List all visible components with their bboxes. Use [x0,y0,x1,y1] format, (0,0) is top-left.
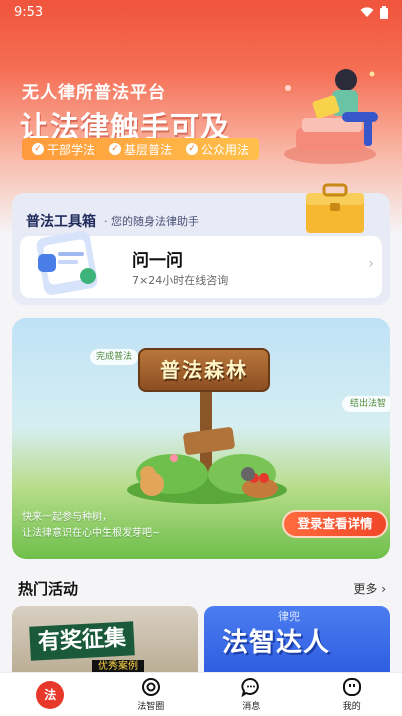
nav-item-circle[interactable]: 法智圈 [101,673,202,716]
reading-person-illustration [284,69,378,164]
toolbox-chest-icon [306,183,364,233]
forest-desc-line1: 快来一起参与种树， [22,512,112,523]
activity-card-subtitle: 优秀案例 [92,660,144,672]
law-toolbox: 普法工具箱 · 您的随身法律助手 问一问 7×24小时在线咨询 › [12,183,390,305]
activity-card[interactable]: 有奖征集 优秀案例 [12,606,198,672]
hero-tag-label: 基层普法 [124,142,173,157]
chevron-right-icon: › [381,582,386,596]
hero-subtitle: 无人律所普法平台 [22,83,166,103]
more-label: 更多 [353,582,378,596]
activity-card-title: 法智达人 [222,628,331,658]
toolbox-title: 普法工具箱 [26,214,96,230]
nav-item-profile[interactable]: 我的 [302,673,402,716]
check-icon: ✓ [186,143,199,155]
forest-bubble-right: 结出法智 [341,396,390,412]
activity-card[interactable]: 律兜 法智达人 [204,606,390,672]
hot-activities-title: 热门活动 [18,580,79,598]
hero-tags: ✓ 干部学法 ✓ 基层普法 ✓ 公众用法 [22,138,260,160]
battery-icon [380,5,388,19]
chevron-right-icon: › [368,256,374,272]
forest-desc-line2: 让法律意识在心中生根发芽吧~ [22,528,161,539]
nav-item-home[interactable]: 法 [0,673,101,716]
circle-icon [141,678,160,696]
hero-tag: ✓ 公众用法 [186,141,249,158]
check-icon: ✓ [109,143,122,155]
hero-tag-label: 公众用法 [201,142,250,157]
nav-item-messages[interactable]: 消息 [201,673,302,716]
home-logo-icon: 法 [36,680,65,709]
login-view-details-button[interactable]: 登录查看详情 [282,510,388,538]
forest-description: 快来一起参与种树， 让法律意识在心中生根发芽吧~ [22,510,160,542]
activity-card-title: 有奖征集 [29,621,135,661]
hero-tag: ✓ 干部学法 [32,141,95,158]
ask-subtitle: 7×24小时在线咨询 [132,274,229,287]
check-icon: ✓ [32,143,44,155]
status-icons [360,5,388,19]
forest-tree-illustration [127,388,287,504]
status-bar: 9:53 [0,0,402,24]
forest-sign: 普法森林 [138,348,270,392]
hero-tag: ✓ 基层普法 [109,141,172,158]
status-time: 9:53 [14,4,44,20]
bottom-nav: 法 法智圈 消息 我的 [0,672,402,716]
consultation-phone-illustration [36,231,98,295]
hero-tag-label: 干部学法 [47,142,96,157]
ask-card[interactable]: 问一问 7×24小时在线咨询 › [20,231,382,298]
law-forest-banner[interactable]: 完成普法 结出法智 普法森林 快来一起参与种树， 让法律意识在心中生根发芽吧~ … [12,318,390,559]
nav-label: 法智圈 [137,702,165,712]
forest-bubble-left: 完成普法 [90,349,139,365]
wifi-icon [360,6,374,17]
chat-icon [241,678,260,697]
profile-icon [342,678,361,696]
nav-label: 消息 [242,702,261,712]
ask-title: 问一问 [132,251,183,271]
toolbox-subtitle: · 您的随身法律助手 [104,215,199,228]
more-link[interactable]: 更多 › [353,580,386,597]
nav-label: 我的 [342,702,361,712]
